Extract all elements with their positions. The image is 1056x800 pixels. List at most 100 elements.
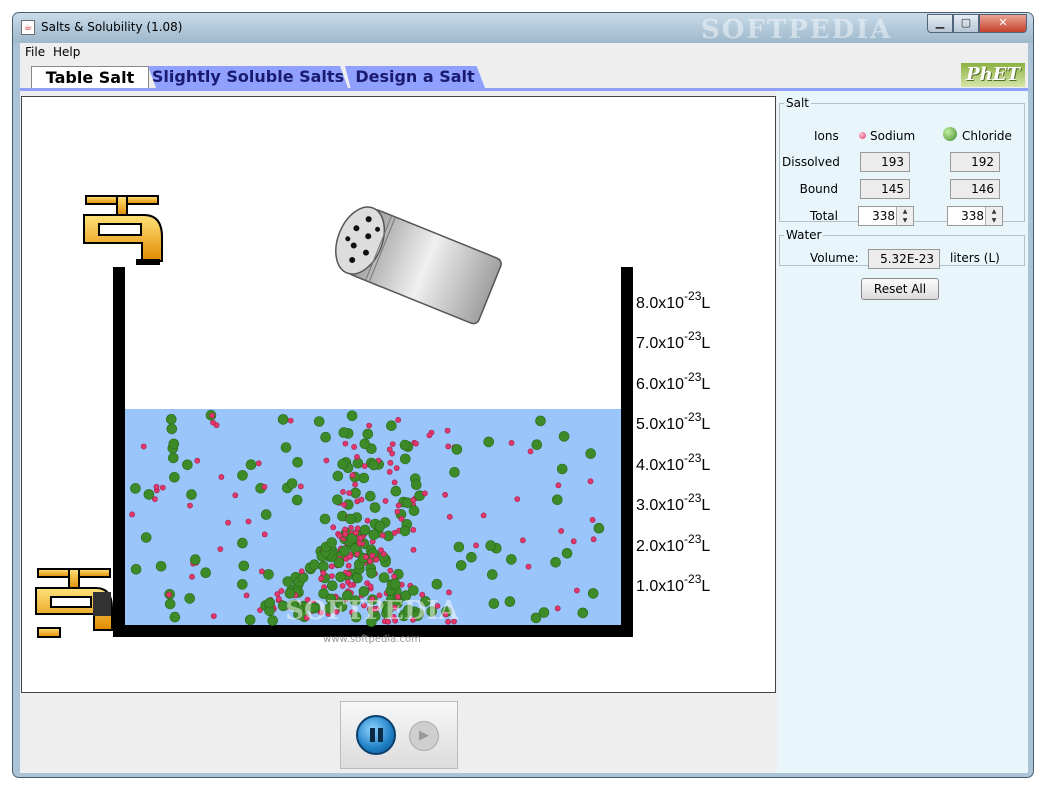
java-icon: ☕ [21, 20, 35, 35]
chloride-ion [130, 483, 141, 494]
softpedia-watermark-center: SOFTPEDIA [285, 596, 459, 626]
chloride-ion [366, 567, 377, 579]
sodium-ion [382, 498, 389, 504]
chloride-ion [166, 423, 178, 435]
chloride-ion [390, 485, 402, 497]
sodium-ion [446, 589, 452, 596]
reset-all-button[interactable]: Reset All [861, 278, 939, 300]
chloride-ion [164, 598, 176, 610]
chloride-ion [486, 569, 498, 580]
chloride-ion [260, 509, 272, 520]
sodium-ion [391, 479, 398, 486]
sodium-ion [261, 483, 268, 490]
chloride-ion [451, 444, 463, 455]
menu-bar: File Help [20, 43, 1028, 61]
chloride-ion [190, 554, 201, 565]
chloride-ion [245, 459, 257, 471]
chloride-ion [550, 556, 561, 568]
chloride-ion [143, 489, 155, 500]
sodium-ion [318, 575, 325, 582]
chloride-ion [577, 607, 589, 619]
phet-logo[interactable]: PhET [961, 63, 1025, 87]
chloride-ion [453, 541, 465, 553]
water-legend: Water [786, 228, 822, 242]
stepper-arrows-icon[interactable]: ▲ ▼ [985, 207, 1002, 225]
sodium-ion [525, 563, 532, 570]
chloride-ion [297, 572, 309, 583]
sodium-ion [421, 490, 428, 497]
chloride-ion [320, 431, 331, 443]
water-drain-faucet[interactable] [35, 568, 113, 638]
sodium-ion [369, 552, 376, 559]
step-button[interactable]: ▶ [409, 721, 439, 751]
chloride-bound-value: 146 [950, 179, 1000, 199]
maximize-button[interactable]: ▢ [953, 14, 979, 33]
chloride-ion-icon [943, 127, 957, 141]
sodium-ion [574, 587, 580, 594]
sodium-ion [473, 542, 479, 549]
chloride-ion [399, 439, 411, 451]
chloride-dissolved-value: 192 [950, 152, 1000, 172]
ions-label: Ions [814, 129, 839, 143]
sodium-ion [232, 492, 239, 499]
menu-help[interactable]: Help [53, 45, 80, 59]
title-bar[interactable]: ☕ Salts & Solubility (1.08) SOFTPEDIA ▁ … [13, 13, 1033, 45]
sodium-ion [554, 605, 561, 612]
chloride-ion [358, 586, 370, 597]
volume-mark-1: 1.0x10-23L [636, 572, 710, 595]
tab-slightly-soluble-salts[interactable]: Slightly Soluble Salts [148, 66, 348, 88]
chloride-ion [455, 560, 467, 571]
stepper-arrows-icon[interactable]: ▲ ▼ [896, 207, 913, 225]
tab-design-a-salt[interactable]: Design a Salt [345, 66, 485, 88]
dissolved-label: Dissolved [782, 155, 840, 169]
chloride-ion [408, 505, 420, 517]
chloride-ion [237, 579, 248, 590]
chloride-ion [346, 410, 358, 422]
softpedia-watermark: SOFTPEDIA [701, 15, 893, 45]
sodium-ion-icon [859, 132, 866, 139]
chloride-ion [338, 427, 350, 438]
pause-button[interactable] [356, 715, 396, 755]
play-area: 8.0x10-23L 7.0x10-23L 6.0x10-23L 5.0x10-… [21, 96, 776, 693]
chloride-ion [386, 420, 397, 432]
sodium-ion [278, 588, 285, 594]
sodium-total-value: 338 [872, 209, 895, 223]
close-button[interactable]: ✕ [979, 14, 1027, 33]
chloride-total-stepper[interactable]: 338 ▲ ▼ [947, 206, 1003, 226]
softpedia-url: www.softpedia.com [323, 634, 421, 645]
sodium-ion [342, 531, 349, 537]
chloride-ion [318, 560, 329, 572]
sodium-ion [342, 440, 349, 447]
sodium-ion [410, 546, 417, 553]
sodium-ion [217, 546, 224, 552]
sodium-ion [446, 513, 453, 520]
sodium-ion [386, 446, 393, 453]
sodium-ion [194, 457, 201, 464]
chloride-ion [410, 479, 422, 491]
sodium-ion [393, 465, 400, 471]
sodium-total-stepper[interactable]: 338 ▲ ▼ [858, 206, 914, 226]
chloride-ion [292, 456, 303, 468]
chloride-ion [326, 537, 338, 548]
sodium-ion [394, 508, 401, 515]
sodium-ion [389, 441, 396, 447]
menu-file[interactable]: File [25, 45, 45, 59]
chloride-ion [531, 439, 543, 451]
water-panel: Water Volume: 5.32E-23 liters (L) [779, 228, 1025, 269]
chloride-ion [140, 532, 152, 543]
chloride-ion [182, 459, 193, 471]
salt-shaker[interactable] [327, 200, 503, 326]
sodium-ion [410, 497, 417, 504]
sodium-ion [426, 432, 433, 439]
sodium-ion [587, 478, 594, 485]
sodium-ion [373, 556, 380, 563]
sodium-ion [328, 563, 335, 570]
minimize-button[interactable]: ▁ [927, 14, 953, 33]
chloride-ion [277, 414, 289, 425]
tab-table-salt[interactable]: Table Salt [31, 66, 149, 88]
chloride-ion [186, 489, 197, 500]
chloride-ion [408, 585, 419, 596]
chloride-ion [309, 559, 320, 571]
sodium-ion [508, 439, 515, 446]
water-inlet-faucet[interactable] [83, 195, 163, 265]
